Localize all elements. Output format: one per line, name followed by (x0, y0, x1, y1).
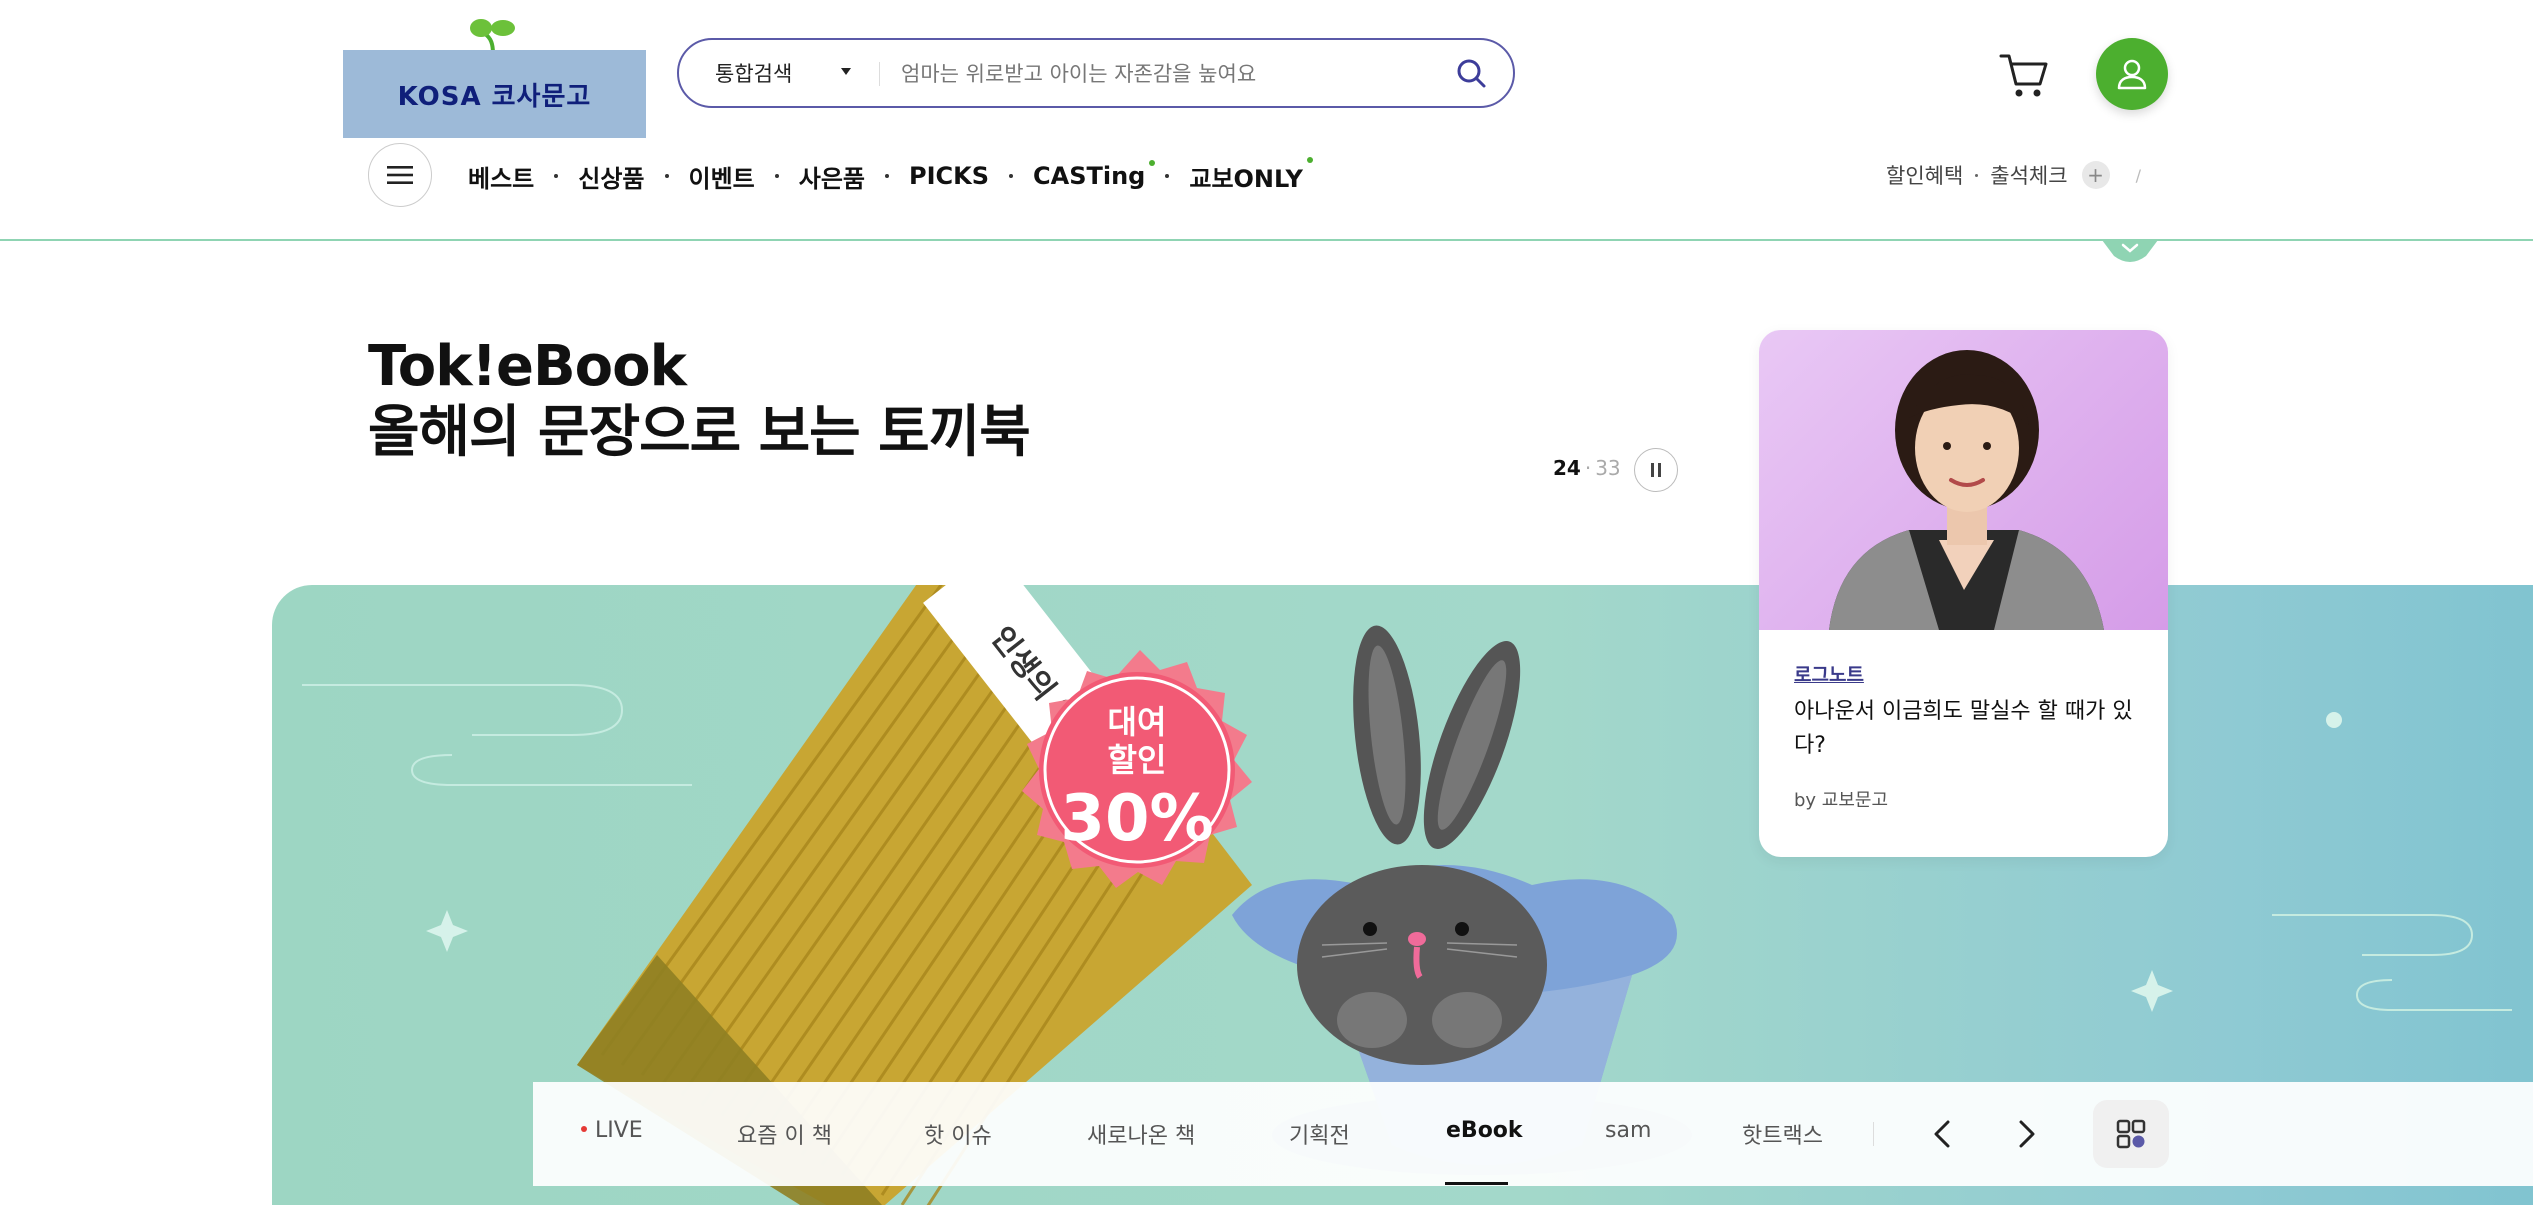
presenter-image (1829, 350, 2104, 630)
prev-button[interactable] (1920, 1112, 1964, 1156)
search-type-select[interactable]: 통합검색 (715, 40, 792, 106)
search-bar: 통합검색 (677, 38, 1515, 108)
hero-title: Tok!eBook 올해의 문장으로 보는 토끼북 (368, 334, 1031, 466)
tab-exhibition[interactable]: 기획전 (1289, 1118, 1350, 1150)
nav-separator (774, 174, 779, 178)
attendance-link[interactable]: 출석체크 (1990, 160, 2067, 190)
search-divider (879, 62, 880, 86)
tabs-divider (1873, 1122, 1874, 1146)
search-input[interactable] (899, 50, 1483, 98)
util-slash: / (2135, 165, 2141, 185)
nav-item-casting-label: CASTing (1033, 162, 1146, 190)
card-title: 아나운서 이금희도 말실수 할 때가 있다? (1794, 699, 2133, 759)
pause-button[interactable] (1634, 448, 1678, 492)
live-dot-icon (581, 1126, 587, 1132)
pause-icon (1651, 463, 1661, 477)
tab-hottracks[interactable]: 핫트랙스 (1742, 1118, 1823, 1150)
badge-percent: 30% (1060, 782, 1213, 856)
chevron-right-icon (2019, 1120, 2035, 1148)
next-button[interactable] (2005, 1112, 2049, 1156)
tab-new-book[interactable]: 새로나온 책 (1087, 1118, 1195, 1150)
nav-separator (554, 174, 559, 178)
tab-live[interactable]: LIVE (581, 1118, 643, 1143)
search-icon[interactable] (1454, 56, 1488, 90)
discount-link[interactable]: 할인혜택 (1886, 160, 1963, 190)
nav-item-picks[interactable]: PICKS (909, 162, 989, 190)
nav-separator (1165, 174, 1170, 178)
story-card[interactable]: 로그노트 아나운서 이금희도 말실수 할 때가 있다? by 교보문고 (1759, 330, 2168, 857)
counter-sep: · (1584, 456, 1592, 480)
chevron-left-icon (1934, 1120, 1950, 1148)
more-button[interactable]: + (2081, 161, 2110, 189)
logo[interactable]: KOSA 코사문고 (343, 14, 646, 138)
logo-box: KOSA 코사문고 (343, 50, 646, 138)
counter-current: 24 (1553, 456, 1581, 480)
new-indicator (1306, 156, 1313, 163)
grid-icon (2116, 1119, 2146, 1149)
card-author: by 교보문고 (1794, 790, 1889, 811)
main-nav: 베스트 신상품 이벤트 사은품 PICKS CASTing 교보ONLY (468, 156, 1313, 196)
new-indicator (1149, 160, 1156, 166)
hero-title-line1: Tok!eBook (368, 334, 687, 399)
card-tag[interactable]: 로그노트 (1794, 660, 1864, 687)
cart-icon[interactable] (1998, 50, 2050, 100)
all-categories-button[interactable] (2093, 1100, 2169, 1168)
nav-separator (1009, 174, 1014, 178)
tab-live-label: LIVE (595, 1118, 643, 1143)
util-separator (1975, 173, 1979, 177)
chevron-down-icon[interactable] (2102, 240, 2158, 262)
nav-item-event[interactable]: 이벤트 (689, 159, 755, 194)
card-thumbnail (1759, 330, 2168, 630)
nav-separator (885, 174, 889, 178)
counter-total: 33 (1595, 456, 1621, 480)
active-tab-indicator (1445, 1182, 1508, 1185)
utility-links: 할인혜택 출석체크 + / (1886, 160, 2141, 190)
tab-ebook[interactable]: eBook (1446, 1118, 1523, 1143)
menu-button[interactable] (368, 143, 432, 207)
hero-title-line2: 올해의 문장으로 보는 토끼북 (368, 400, 1031, 466)
hamburger-icon (387, 166, 413, 184)
tab-recent-book[interactable]: 요즘 이 책 (737, 1118, 832, 1150)
badge-line1: 대여 (1108, 703, 1167, 741)
user-button[interactable] (2096, 38, 2168, 110)
nav-item-kyobo-only[interactable]: 교보ONLY (1189, 156, 1313, 194)
nav-item-gift[interactable]: 사은품 (799, 159, 865, 194)
tab-hot-issue[interactable]: 핫 이슈 (924, 1118, 992, 1150)
nav-item-kyobo-only-label: 교보ONLY (1189, 164, 1303, 193)
nav-separator (664, 174, 669, 178)
badge-line2: 할인 (1108, 741, 1167, 779)
user-icon (2117, 59, 2147, 90)
nav-item-best[interactable]: 베스트 (468, 159, 534, 194)
sprout-icon (470, 19, 515, 54)
nav-item-casting[interactable]: CASTing (1033, 160, 1156, 190)
category-tabs: LIVE 요즘 이 책 핫 이슈 새로나온 책 기획전 eBook sam 핫트… (533, 1082, 2533, 1186)
tab-sam[interactable]: sam (1605, 1118, 1651, 1143)
caret-down-icon[interactable] (841, 68, 851, 75)
nav-item-new[interactable]: 신상품 (578, 159, 644, 194)
logo-text: KOSA 코사문고 (397, 81, 592, 112)
search-type-label: 통합검색 (715, 62, 793, 86)
slide-counter: 24 · 33 (1553, 456, 1621, 480)
